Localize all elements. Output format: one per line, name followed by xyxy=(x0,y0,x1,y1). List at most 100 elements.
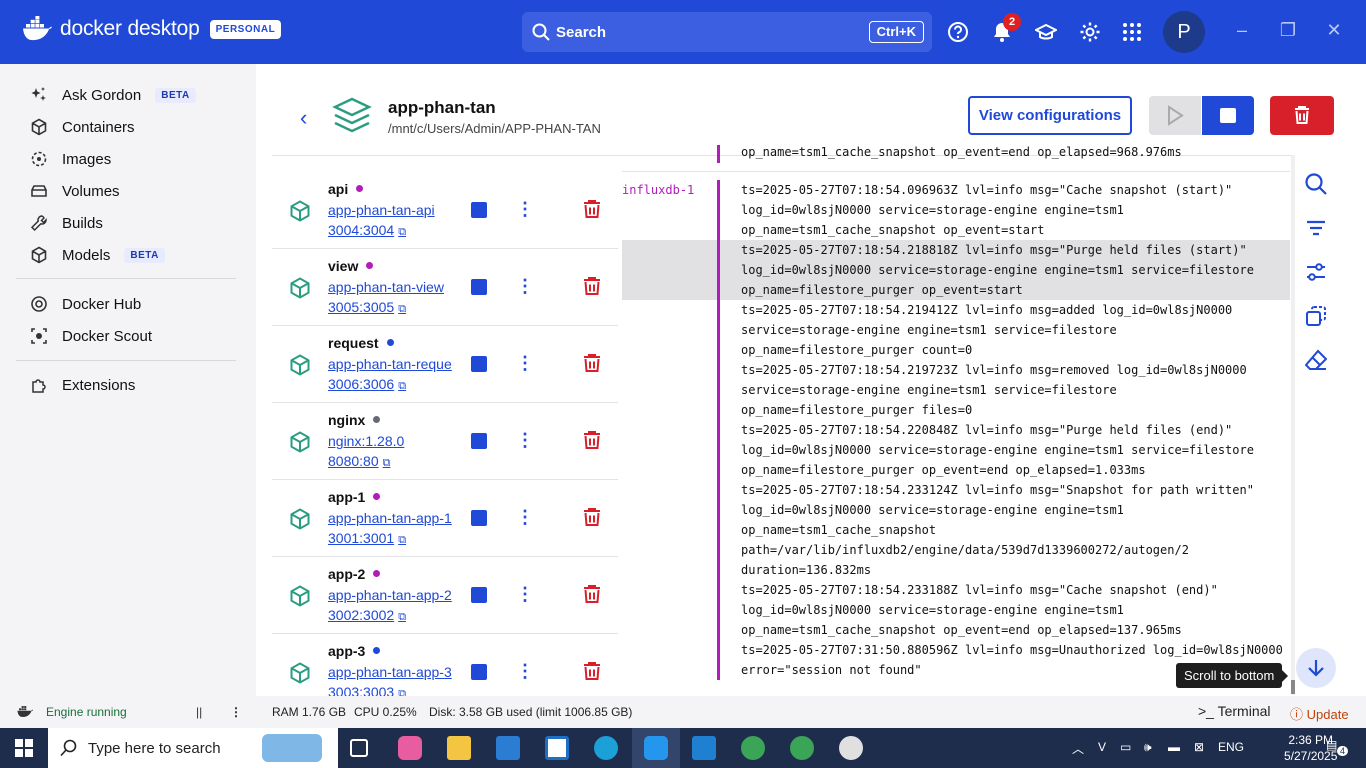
taskbar-search[interactable]: Type here to search xyxy=(48,728,338,768)
port-link[interactable]: 3004:3004 ⧉ xyxy=(328,222,406,239)
sidebar-item-containers[interactable]: Containers xyxy=(30,113,135,141)
task-view-icon[interactable] xyxy=(350,739,368,757)
ime-icon[interactable]: ⊠ xyxy=(1194,740,1204,754)
network-icon[interactable]: ▬ xyxy=(1168,740,1180,754)
log-scrollbar[interactable] xyxy=(1291,155,1295,695)
sidebar-item-extensions[interactable]: Extensions xyxy=(30,371,135,399)
port-link[interactable]: 3001:3001 ⧉ xyxy=(328,530,406,547)
close-icon[interactable]: ✕ xyxy=(1322,20,1346,41)
vscode-icon[interactable] xyxy=(692,736,716,760)
delete-service-icon[interactable] xyxy=(583,199,601,219)
docker-taskbar-active[interactable] xyxy=(632,728,680,768)
port-link[interactable]: 3003:3003 ⧉ xyxy=(328,684,406,696)
search-logs-icon[interactable] xyxy=(1296,164,1336,204)
search-bar[interactable]: Search Ctrl+K xyxy=(522,12,932,52)
git-tool-icon[interactable] xyxy=(741,736,765,760)
more-options-icon[interactable]: ⋮ xyxy=(516,507,534,527)
service-row[interactable]: api app-phan-tan-api 3004:3004 ⧉ ⋮ xyxy=(272,172,618,249)
log-scroll-thumb[interactable] xyxy=(1291,680,1295,694)
port-link[interactable]: 8080:80 ⧉ xyxy=(328,453,390,470)
service-row[interactable]: app-3 app-phan-tan-app-3 3003:3003 ⧉ ⋮ xyxy=(272,634,618,696)
sidebar-item-docker-hub[interactable]: Docker Hub xyxy=(30,290,141,318)
learning-center-icon[interactable] xyxy=(1034,20,1058,44)
sidebar-item-ask-gordon[interactable]: Ask Gordon BETA xyxy=(30,81,196,109)
sidebar-item-docker-scout[interactable]: Docker Scout xyxy=(30,322,152,350)
paint-icon[interactable] xyxy=(839,736,863,760)
more-options-icon[interactable]: ⋮ xyxy=(516,430,534,450)
battery-icon[interactable]: ▭ xyxy=(1120,740,1131,754)
microsoft-store-icon[interactable] xyxy=(496,736,520,760)
minimize-icon[interactable]: – xyxy=(1230,20,1254,41)
service-image-link[interactable]: app-phan-tan-app-1 xyxy=(328,510,458,526)
tray-chevron-icon[interactable]: ︿ xyxy=(1072,740,1084,757)
more-options-icon[interactable]: ⋮ xyxy=(516,199,534,219)
edge-browser-icon[interactable] xyxy=(594,736,618,760)
delete-service-icon[interactable] xyxy=(583,507,601,527)
more-options-icon[interactable]: ⋮ xyxy=(230,705,242,719)
sidebar-item-models[interactable]: Models BETA xyxy=(30,241,165,269)
user-avatar[interactable]: P xyxy=(1163,11,1205,53)
copilot-icon[interactable] xyxy=(398,736,422,760)
delete-service-icon[interactable] xyxy=(583,430,601,450)
stop-service-button[interactable] xyxy=(471,664,487,680)
service-image-link[interactable]: app-phan-tan-app-2 xyxy=(328,587,458,603)
apps-grid-icon[interactable] xyxy=(1120,20,1144,44)
service-row[interactable]: app-1 app-phan-tan-app-1 3001:3001 ⧉ ⋮ xyxy=(272,480,618,557)
delete-service-icon[interactable] xyxy=(583,661,601,681)
delete-button[interactable] xyxy=(1270,96,1334,135)
service-image-link[interactable]: nginx:1.28.0 xyxy=(328,433,458,449)
log-container-label[interactable]: influxdb-1 xyxy=(622,183,694,197)
notification-center-icon[interactable]: ▤ 4 xyxy=(1326,738,1349,756)
service-row[interactable]: nginx nginx:1.28.0 8080:80 ⧉ ⋮ xyxy=(272,403,618,480)
stop-service-button[interactable] xyxy=(471,356,487,372)
delete-service-icon[interactable] xyxy=(583,353,601,373)
service-image-link[interactable]: app-phan-tan-api xyxy=(328,202,458,218)
service-image-link[interactable]: app-phan-tan-app-3 xyxy=(328,664,458,680)
sidebar-item-images[interactable]: Images xyxy=(30,145,111,173)
service-row[interactable]: app-2 app-phan-tan-app-2 3002:3002 ⧉ ⋮ xyxy=(272,557,618,634)
service-row[interactable]: request app-phan-tan-reque 3006:3006 ⧉ ⋮ xyxy=(272,326,618,403)
port-link[interactable]: 3005:3005 ⧉ xyxy=(328,299,406,316)
pause-engine-button[interactable]: || xyxy=(196,705,202,719)
sidebar-item-volumes[interactable]: Volumes xyxy=(30,177,120,205)
volume-icon[interactable]: 🕪 xyxy=(1144,740,1152,755)
more-options-icon[interactable]: ⋮ xyxy=(516,276,534,296)
stop-button[interactable] xyxy=(1202,96,1254,135)
stop-service-button[interactable] xyxy=(471,433,487,449)
settings-gear-icon[interactable] xyxy=(1078,20,1102,44)
stop-service-button[interactable] xyxy=(471,279,487,295)
view-configurations-button[interactable]: View configurations xyxy=(968,96,1132,135)
help-icon[interactable] xyxy=(946,20,970,44)
stop-service-button[interactable] xyxy=(471,202,487,218)
news-app-icon[interactable] xyxy=(545,736,569,760)
service-image-link[interactable]: app-phan-tan-reque xyxy=(328,356,458,372)
git-tool-2-icon[interactable] xyxy=(790,736,814,760)
restore-icon[interactable]: ❐ xyxy=(1276,20,1300,41)
more-options-icon[interactable]: ⋮ xyxy=(516,584,534,604)
filter-icon[interactable] xyxy=(1296,208,1336,248)
scroll-to-bottom-button[interactable] xyxy=(1296,648,1336,688)
delete-service-icon[interactable] xyxy=(583,276,601,296)
stop-service-button[interactable] xyxy=(471,510,487,526)
clear-eraser-icon[interactable] xyxy=(1296,340,1336,380)
copy-icon[interactable] xyxy=(1296,296,1336,336)
terminal-button[interactable]: >_ Terminal xyxy=(1198,703,1271,719)
service-row[interactable]: view app-phan-tan-view 3005:3005 ⧉ ⋮ xyxy=(272,249,618,326)
language-indicator[interactable]: ENG xyxy=(1218,740,1244,754)
tray-vpn-icon[interactable]: V xyxy=(1098,740,1106,754)
windows-start-icon[interactable] xyxy=(15,739,33,757)
log-viewer[interactable]: op_name=tsm1_cache_snapshot op_event=end… xyxy=(622,145,1290,685)
port-link[interactable]: 3002:3002 ⧉ xyxy=(328,607,406,624)
sidebar-item-builds[interactable]: Builds xyxy=(30,209,103,237)
delete-service-icon[interactable] xyxy=(583,584,601,604)
docker-brand[interactable]: docker desktop PERSONAL xyxy=(22,16,282,42)
stop-service-button[interactable] xyxy=(471,587,487,603)
start-button[interactable] xyxy=(1149,96,1201,135)
back-chevron-icon[interactable]: ‹ xyxy=(300,105,307,131)
update-button[interactable]: ⓘ Update xyxy=(1290,704,1349,723)
settings-sliders-icon[interactable] xyxy=(1296,252,1336,292)
port-link[interactable]: 3006:3006 ⧉ xyxy=(328,376,406,393)
more-options-icon[interactable]: ⋮ xyxy=(516,353,534,373)
more-options-icon[interactable]: ⋮ xyxy=(516,661,534,681)
file-explorer-icon[interactable] xyxy=(447,736,471,760)
